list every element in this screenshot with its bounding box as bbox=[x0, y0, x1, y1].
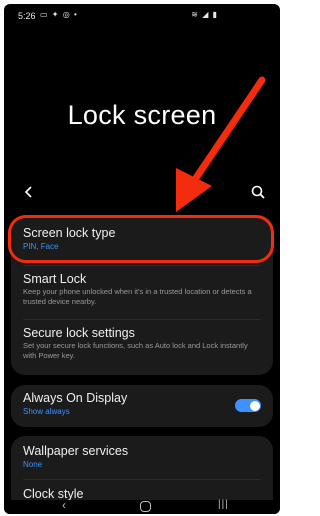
divider bbox=[23, 319, 261, 320]
item-title: Secure lock settings bbox=[23, 326, 135, 340]
item-value: None bbox=[23, 460, 43, 469]
item-title: Always On Display bbox=[23, 391, 128, 405]
item-title: Screen lock type bbox=[23, 226, 116, 240]
settings-card-aod: Always On Display Show always bbox=[11, 385, 273, 427]
wallpaper-services-item[interactable]: Wallpaper services None bbox=[23, 444, 263, 470]
page-title: Lock screen bbox=[67, 100, 217, 130]
divider bbox=[23, 265, 261, 266]
back-button[interactable] bbox=[22, 184, 36, 200]
toggle-knob bbox=[249, 400, 260, 411]
chevron-left-icon bbox=[24, 186, 32, 198]
secure-lock-settings-item[interactable]: Secure lock settings Set your secure loc… bbox=[23, 326, 263, 360]
system-icons: ≋ ◢ ▮ bbox=[191, 10, 218, 19]
navigation-bar: ‹ ||| bbox=[4, 498, 280, 514]
twitter-icon: ✦ bbox=[51, 10, 60, 19]
instagram-icon: ◎ bbox=[62, 10, 71, 19]
nav-back-icon[interactable]: ‹ bbox=[62, 498, 66, 512]
status-time: 5:26 bbox=[18, 11, 36, 21]
signal-icon: ◢ bbox=[202, 10, 210, 19]
search-button[interactable] bbox=[250, 184, 266, 200]
dot-icon: • bbox=[73, 10, 78, 19]
always-on-display-item[interactable]: Always On Display Show always bbox=[23, 391, 263, 417]
gallery-icon: ▭ bbox=[40, 10, 49, 19]
item-value: Show always bbox=[23, 407, 70, 416]
wifi-icon: ≋ bbox=[191, 10, 199, 19]
divider bbox=[23, 479, 261, 480]
search-icon bbox=[251, 185, 265, 199]
item-description: Keep your phone unlocked when it's in a … bbox=[23, 287, 252, 306]
item-description: Set your secure lock functions, such as … bbox=[23, 341, 248, 360]
item-title: Smart Lock bbox=[23, 272, 87, 286]
screen-lock-type-item[interactable]: Screen lock type PIN, Face bbox=[23, 226, 263, 252]
status-bar: 5:26 ▭ ✦ ◎ • ≋ ◢ ▮ bbox=[4, 4, 280, 26]
item-value: PIN, Face bbox=[23, 242, 59, 251]
nav-recents-icon[interactable]: ||| bbox=[218, 499, 229, 510]
smart-lock-item[interactable]: Smart Lock Keep your phone unlocked when… bbox=[23, 272, 263, 306]
battery-icon: ▮ bbox=[212, 10, 218, 19]
phone-screen: 5:26 ▭ ✦ ◎ • ≋ ◢ ▮ Lock screen Screen lo… bbox=[4, 4, 280, 514]
notification-icons: ▭ ✦ ◎ • bbox=[40, 10, 78, 19]
settings-card-lock: Screen lock type PIN, Face Smart Lock Ke… bbox=[11, 215, 273, 375]
nav-home-icon[interactable] bbox=[140, 501, 151, 512]
always-on-display-toggle[interactable] bbox=[235, 399, 261, 412]
item-title: Wallpaper services bbox=[23, 444, 129, 458]
